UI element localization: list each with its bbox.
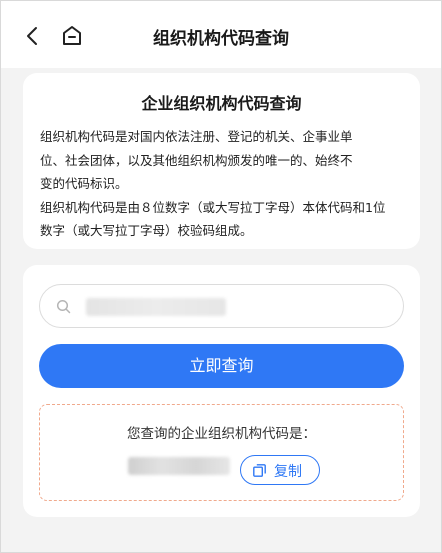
redacted-input-text [86,298,226,316]
info-line: 变的代码标识。 [40,176,128,191]
search-field[interactable] [39,284,404,328]
search-icon [56,299,71,314]
info-line: 组织机构代码是由８位数字（或大写拉丁字母）本体代码和1位 [40,199,386,215]
info-line: 位、社会团体，以及其他组织机构颁发的唯一的、始终不 [40,152,353,168]
result-box: 您查询的企业组织机构代码是： 复制 [39,404,404,501]
info-line: 数字（或大写拉丁字母）校验码组成。 [40,223,253,238]
info-line: 组织机构代码是对国内依法注册、登记的机关、企事业单 [40,129,353,144]
info-card: 企业组织机构代码查询 组织机构代码是对国内依法注册、登记的机关、企事业单 位、社… [23,73,420,249]
result-label: 您查询的企业组织机构代码是： [127,426,316,442]
redacted-result-code [128,457,230,475]
query-card: 立即查询 您查询的企业组织机构代码是： 复制 [23,265,420,517]
query-button[interactable]: 立即查询 [39,344,404,388]
info-title: 企业组织机构代码查询 [141,94,302,113]
copy-icon [253,464,266,477]
top-navigation-bar: 组织机构代码查询 [0,0,442,68]
copy-button[interactable]: 复制 [240,455,320,485]
copy-label: 复制 [274,464,302,480]
page-title: 组织机构代码查询 [153,29,289,49]
info-description: 组织机构代码是对国内依法注册、登记的机关、企事业单 位、社会团体，以及其他组织机… [40,125,400,243]
